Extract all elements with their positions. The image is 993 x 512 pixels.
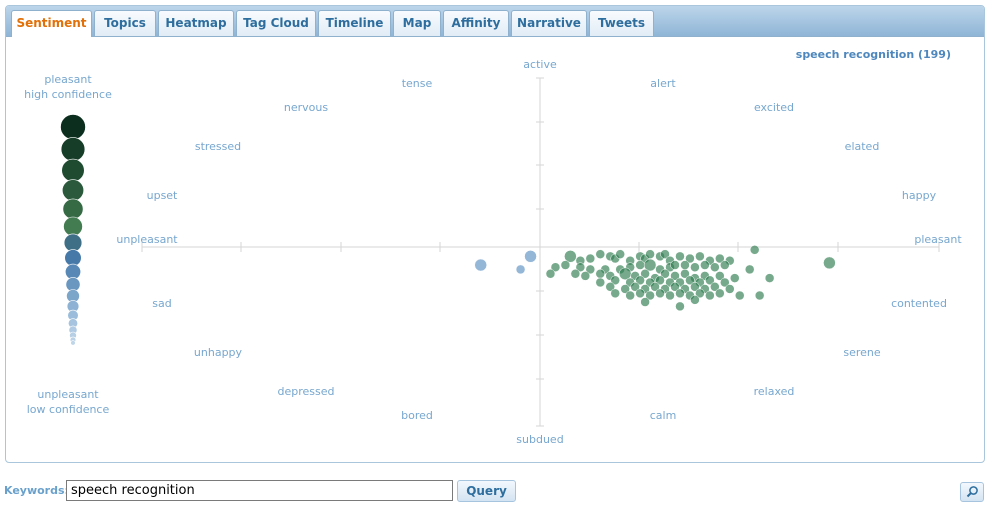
legend-dot [61, 179, 84, 202]
unpleasant-point[interactable] [474, 258, 487, 272]
label-depressed: depressed [278, 385, 335, 398]
sentiment-panel: Sentiment Topics Heatmap Tag Cloud Timel… [5, 5, 985, 463]
unpleasant-point[interactable] [524, 250, 537, 263]
pleasant-point[interactable] [675, 301, 685, 312]
tab-tag-cloud[interactable]: Tag Cloud [236, 10, 316, 36]
label-upset: upset [147, 189, 178, 202]
label-pleasant: pleasant [914, 233, 962, 246]
pleasant-point[interactable] [823, 256, 836, 270]
pleasant-point[interactable] [725, 284, 735, 294]
label-relaxed: relaxed [754, 385, 795, 398]
pleasant-point[interactable] [690, 262, 700, 272]
tab-sentiment[interactable]: Sentiment [11, 10, 92, 37]
legend-dot [63, 216, 83, 237]
tweet-points [474, 245, 836, 312]
pleasant-point[interactable] [640, 297, 650, 307]
pleasant-point[interactable] [675, 288, 685, 299]
keywords-label: Keywords: [4, 484, 69, 497]
label-tense: tense [402, 77, 433, 90]
legend-dot [63, 233, 83, 253]
label-bored: bored [401, 409, 433, 422]
legend-dot [62, 198, 84, 220]
pleasant-point[interactable] [720, 260, 730, 270]
pleasant-point[interactable] [715, 288, 725, 299]
pleasant-point[interactable] [764, 273, 775, 283]
legend-top-line2: high confidence [24, 88, 112, 101]
pleasant-point[interactable] [705, 290, 715, 301]
axes [142, 78, 939, 426]
label-calm: calm [650, 409, 677, 422]
legend-dot [70, 340, 76, 346]
label-active: active [523, 58, 557, 71]
pleasant-point[interactable] [675, 251, 685, 262]
label-sad: sad [152, 297, 171, 310]
legend-bottom-line2: low confidence [27, 403, 110, 416]
tab-topics[interactable]: Topics [94, 10, 156, 36]
pleasant-point[interactable] [700, 260, 710, 270]
label-nervous: nervous [284, 101, 328, 114]
zoom-button[interactable] [960, 482, 984, 502]
pleasant-point[interactable] [730, 273, 740, 283]
pleasant-point[interactable] [754, 290, 765, 301]
pleasant-point[interactable] [545, 269, 556, 279]
label-unpleasant: unpleasant [116, 233, 178, 246]
pleasant-point[interactable] [615, 249, 625, 259]
pleasant-point[interactable] [595, 269, 606, 279]
confidence-legend [60, 114, 86, 346]
legend-dot [61, 158, 85, 182]
legend-bottom-line1: unpleasant [37, 388, 99, 401]
tab-map[interactable]: Map [393, 10, 441, 36]
pleasant-point[interactable] [690, 295, 700, 305]
pleasant-point[interactable] [744, 264, 755, 275]
pleasant-point[interactable] [655, 288, 665, 299]
tab-heatmap[interactable]: Heatmap [158, 10, 234, 36]
label-contented: contented [891, 297, 947, 310]
pleasant-point[interactable] [645, 249, 655, 259]
pleasant-point[interactable] [735, 290, 745, 301]
pleasant-point[interactable] [610, 288, 620, 299]
legend-dot [64, 249, 82, 267]
pleasant-point[interactable] [560, 260, 571, 270]
pleasant-point[interactable] [595, 277, 606, 288]
tab-bar: Sentiment Topics Heatmap Tag Cloud Timel… [6, 6, 984, 37]
legend-title: speech recognition (199) [796, 48, 951, 61]
label-serene: serene [843, 346, 881, 359]
legend-top-line1: pleasant [44, 73, 92, 86]
pleasant-point[interactable] [670, 260, 680, 270]
pleasant-point[interactable] [585, 253, 596, 264]
pleasant-point[interactable] [595, 249, 606, 259]
label-happy: happy [902, 189, 937, 202]
tab-affinity[interactable]: Affinity [443, 10, 509, 36]
pleasant-point[interactable] [635, 288, 645, 299]
magnifier-icon [966, 486, 978, 498]
query-button[interactable]: Query [457, 480, 516, 502]
tab-timeline[interactable]: Timeline [318, 10, 391, 36]
label-excited: excited [754, 101, 794, 114]
legend-dot [60, 114, 86, 140]
legend-dot [60, 137, 86, 162]
label-subdued: subdued [516, 433, 563, 446]
pleasant-point[interactable] [665, 290, 675, 301]
pleasant-point[interactable] [580, 271, 591, 281]
unpleasant-point[interactable] [515, 264, 526, 275]
pleasant-point[interactable] [570, 269, 581, 279]
label-elated: elated [845, 140, 880, 153]
pleasant-point[interactable] [749, 245, 760, 255]
label-unhappy: unhappy [194, 346, 243, 359]
pleasant-point[interactable] [695, 251, 705, 262]
keywords-input[interactable] [66, 480, 453, 501]
pleasant-point[interactable] [710, 262, 720, 272]
pleasant-point[interactable] [625, 290, 635, 301]
pleasant-point[interactable] [635, 260, 645, 270]
label-stressed: stressed [195, 140, 241, 153]
pleasant-point[interactable] [680, 260, 690, 270]
sentiment-plot: speech recognition (199) pleasant high c… [24, 48, 962, 446]
tab-narrative[interactable]: Narrative [511, 10, 587, 36]
label-alert: alert [650, 77, 676, 90]
tab-tweets[interactable]: Tweets [589, 10, 654, 36]
